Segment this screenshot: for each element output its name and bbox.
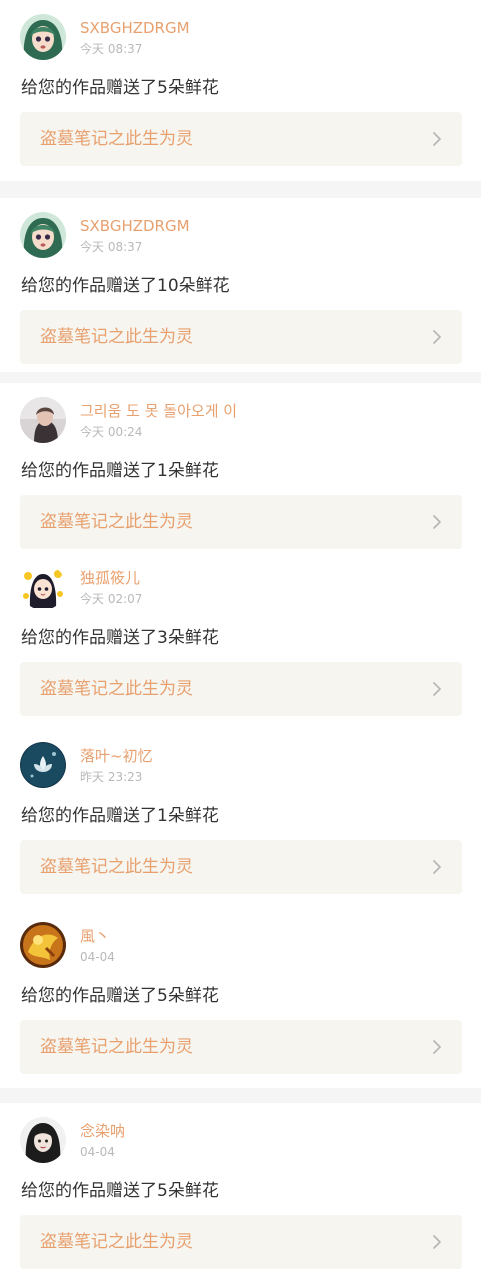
section-separator [0,372,481,383]
notification-item: 念染呐 04-04 给您的作品赠送了5朵鲜花盗墓笔记之此生为灵 [0,1103,481,1280]
username-link[interactable]: 風丶 [80,926,110,946]
work-link-card[interactable]: 盗墓笔记之此生为灵 [20,495,462,549]
work-link-card[interactable]: 盗墓笔记之此生为灵 [20,840,462,894]
notification-item: SXBGHZDRGM 今天 08:37 给您的作品赠送了10朵鲜花盗墓笔记之此生为灵 [0,198,481,372]
notification-list: SXBGHZDRGM 今天 08:37 给您的作品赠送了5朵鲜花 盗墓笔记之此生为灵 S… [0,0,481,1280]
timestamp: 04-04 [80,950,115,964]
chevron-right-icon [432,514,442,530]
work-link-card[interactable]: 盗墓笔记之此生为灵 [20,1020,462,1074]
timestamp: 今天 08:37 [80,42,143,56]
chevron-right-icon [432,859,442,875]
notification-item: 그리움 도 못 돌아오게 이 今天 00:24 给您的作品赠送了1朵鲜花盗墓笔记之此… [0,383,481,549]
chevron-right-icon [432,1039,442,1055]
user-avatar[interactable] [20,564,66,610]
work-link-card[interactable]: 盗墓笔记之此生为灵 [20,112,462,166]
notification-item: 風丶 04-04 给您的作品赠送了5朵鲜花盗墓笔记之此生为灵 [0,908,481,1088]
gift-message: 给您的作品赠送了1朵鲜花 [21,461,219,481]
chevron-right-icon [432,681,442,697]
work-link-card[interactable]: 盗墓笔记之此生为灵 [20,310,462,364]
chevron-right-icon [432,1234,442,1250]
timestamp: 昨天 23:23 [80,770,143,784]
user-avatar[interactable] [20,397,66,443]
work-title: 盗墓笔记之此生为灵 [40,857,193,877]
gift-message: 给您的作品赠送了5朵鲜花 [21,78,219,98]
work-title: 盗墓笔记之此生为灵 [40,129,193,149]
gift-message: 给您的作品赠送了3朵鲜花 [21,628,219,648]
username-link[interactable]: 念染呐 [80,1121,125,1141]
user-avatar[interactable] [20,212,66,258]
user-avatar[interactable] [20,742,66,788]
work-title: 盗墓笔记之此生为灵 [40,512,193,532]
gift-message: 给您的作品赠送了5朵鲜花 [21,1181,219,1201]
username-link[interactable]: 独孤筱儿 [80,568,140,588]
user-avatar[interactable] [20,1117,66,1163]
work-title: 盗墓笔记之此生为灵 [40,679,193,699]
username-link[interactable]: SXBGHZDRGM [80,18,190,38]
notification-item: 落叶~初忆昨天 23:23 给您的作品赠送了1朵鲜花盗墓笔记之此生为灵 [0,728,481,907]
work-title: 盗墓笔记之此生为灵 [40,327,193,347]
chevron-right-icon [432,329,442,345]
work-link-card[interactable]: 盗墓笔记之此生为灵 [20,662,462,716]
user-avatar[interactable] [20,14,66,60]
gift-message: 给您的作品赠送了5朵鲜花 [21,986,219,1006]
user-avatar[interactable] [20,922,66,968]
gift-message: 给您的作品赠送了10朵鲜花 [21,276,230,296]
username-link[interactable]: 落叶~初忆 [80,746,153,766]
work-link-card[interactable]: 盗墓笔记之此生为灵 [20,1215,462,1269]
notification-item: SXBGHZDRGM 今天 08:37 给您的作品赠送了5朵鲜花盗墓笔记之此生为灵 [0,0,481,181]
timestamp: 今天 02:07 [80,592,143,606]
work-title: 盗墓笔记之此生为灵 [40,1037,193,1057]
timestamp: 今天 08:37 [80,240,143,254]
timestamp: 今天 00:24 [80,425,143,439]
username-link[interactable]: SXBGHZDRGM [80,216,190,236]
work-title: 盗墓笔记之此生为灵 [40,1232,193,1252]
section-separator [0,1088,481,1103]
timestamp: 04-04 [80,1145,115,1159]
notification-item: 独孤筱儿今天 02:07 给您的作品赠送了3朵鲜花盗墓笔记之此生为灵 [0,550,481,728]
chevron-right-icon [432,131,442,147]
gift-message: 给您的作品赠送了1朵鲜花 [21,806,219,826]
username-link[interactable]: 그리움 도 못 돌아오게 이 [80,401,237,421]
section-separator [0,181,481,198]
